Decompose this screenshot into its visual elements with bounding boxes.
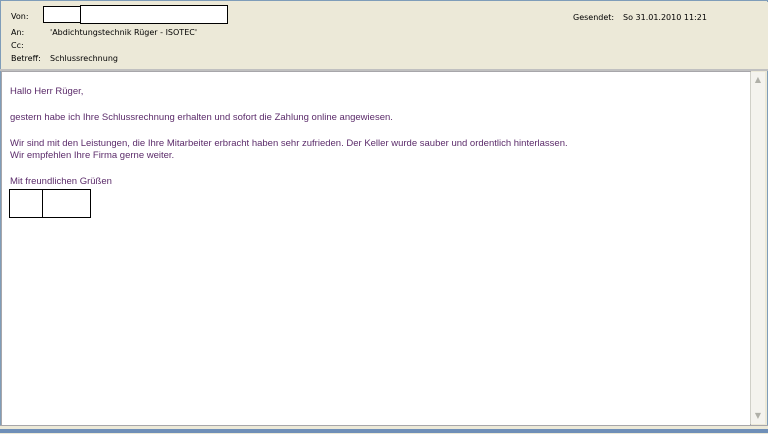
- closing-text: Mit freundlichen Grüßen: [10, 176, 112, 187]
- scroll-down-icon[interactable]: ▼: [751, 410, 765, 422]
- paragraph-2b: Wir empfehlen Ihre Firma gerne weiter.: [10, 150, 175, 161]
- sent-value: So 31.01.2010 11:21: [623, 13, 707, 22]
- signature-redacted-box-2: [42, 189, 91, 218]
- subject-value: Schlussrechnung: [50, 54, 118, 63]
- from-redacted-box-2: [80, 5, 228, 24]
- to-label: An:: [11, 28, 25, 37]
- to-value[interactable]: 'Abdichtungstechnik Rüger - ISOTEC': [50, 28, 197, 37]
- from-label: Von:: [11, 12, 29, 21]
- bottom-border: [0, 429, 768, 433]
- subject-label: Betreff:: [11, 54, 41, 63]
- email-header: Von: An: 'Abdichtungstechnik Rüger - ISO…: [2, 2, 768, 70]
- sent-label: Gesendet:: [573, 13, 615, 22]
- scroll-up-icon[interactable]: ▲: [751, 74, 765, 86]
- paragraph-2a: Wir sind mit den Leistungen, die Ihre Mi…: [10, 138, 568, 149]
- signature-redacted-box: [9, 189, 44, 218]
- paragraph-1: gestern habe ich Ihre Schlussrechnung er…: [10, 112, 393, 123]
- vertical-scrollbar[interactable]: ▲ ▼: [750, 72, 765, 424]
- greeting-text: Hallo Herr Rüger,: [10, 86, 84, 97]
- message-body[interactable]: Hallo Herr Rüger, gestern habe ich Ihre …: [1, 71, 751, 426]
- cc-label: Cc:: [11, 41, 24, 50]
